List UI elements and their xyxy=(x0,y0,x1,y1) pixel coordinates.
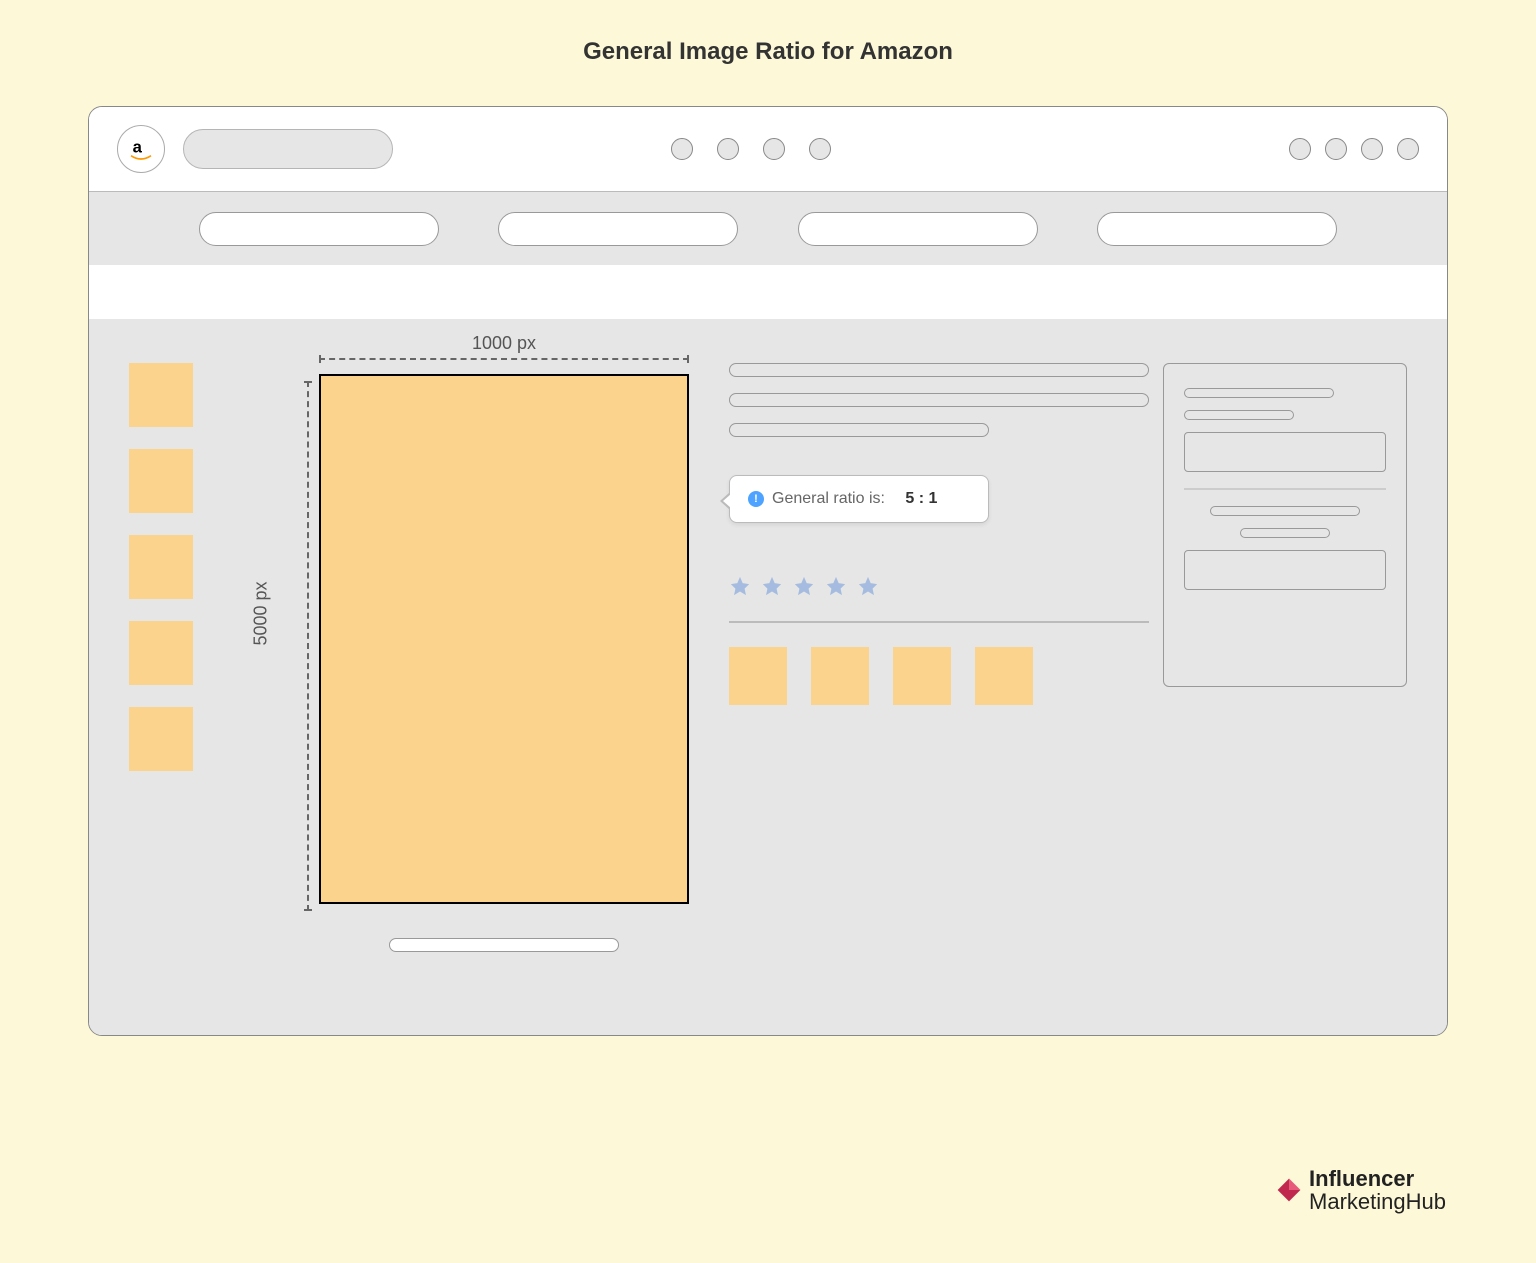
star-icon xyxy=(825,575,847,597)
influencer-marketing-hub-logo: Influencer MarketingHub xyxy=(1275,1167,1446,1213)
footer-brand-rest: MarketingHub xyxy=(1309,1190,1446,1213)
variant-swatch[interactable] xyxy=(811,647,869,705)
category-nav xyxy=(89,191,1447,265)
buybox-line xyxy=(1210,506,1360,516)
buybox-button[interactable] xyxy=(1184,432,1386,472)
star-icon xyxy=(857,575,879,597)
svg-text:a: a xyxy=(133,137,143,156)
variant-swatch[interactable] xyxy=(729,647,787,705)
category-pill[interactable] xyxy=(1097,212,1337,246)
product-thumbnail[interactable] xyxy=(129,363,193,427)
product-content: 1000 px 5000 px ! General ratio is: 5 : … xyxy=(89,319,1447,1036)
main-image-wrap: 1000 px 5000 px xyxy=(269,333,689,952)
nav-icon-group-center xyxy=(671,138,831,160)
nav-circle-icon[interactable] xyxy=(1325,138,1347,160)
titlebar: a xyxy=(89,107,1447,191)
height-ruler xyxy=(307,381,317,911)
width-ruler xyxy=(319,358,689,368)
nav-icon-group-right xyxy=(1289,138,1419,160)
image-scroll-handle[interactable] xyxy=(389,938,619,952)
nav-circle-icon[interactable] xyxy=(763,138,785,160)
buybox-line xyxy=(1184,410,1294,420)
star-icon xyxy=(761,575,783,597)
product-info-column: ! General ratio is: 5 : 1 xyxy=(729,363,1149,705)
buybox-line xyxy=(1240,528,1330,538)
variant-swatch-row xyxy=(729,647,1149,705)
variant-swatch[interactable] xyxy=(975,647,1033,705)
browser-wireframe: a 1000 px xyxy=(88,106,1448,1036)
nav-circle-icon[interactable] xyxy=(1361,138,1383,160)
info-icon: ! xyxy=(748,491,764,507)
product-thumbnail[interactable] xyxy=(129,535,193,599)
nav-circle-icon[interactable] xyxy=(671,138,693,160)
logo-diamond-icon xyxy=(1275,1176,1303,1204)
buybox-line xyxy=(1184,388,1334,398)
nav-circle-icon[interactable] xyxy=(809,138,831,160)
star-icon xyxy=(729,575,751,597)
variant-swatch[interactable] xyxy=(893,647,951,705)
nav-circle-icon[interactable] xyxy=(1289,138,1311,160)
thumbnail-column xyxy=(129,363,193,771)
divider xyxy=(729,621,1149,623)
callout-ratio-value: 5 : 1 xyxy=(905,490,937,508)
star-icon xyxy=(793,575,815,597)
search-input-placeholder[interactable] xyxy=(183,129,393,169)
product-subtitle-line xyxy=(729,423,989,437)
category-pill[interactable] xyxy=(199,212,439,246)
breadcrumb-band xyxy=(89,265,1447,319)
ratio-callout: ! General ratio is: 5 : 1 xyxy=(729,475,989,523)
footer-brand-bold: Influencer xyxy=(1309,1167,1446,1190)
buybox xyxy=(1163,363,1407,687)
height-label: 5000 px xyxy=(251,581,272,645)
product-title-line xyxy=(729,393,1149,407)
width-label: 1000 px xyxy=(319,333,689,354)
product-thumbnail[interactable] xyxy=(129,707,193,771)
callout-label: General ratio is: xyxy=(772,490,885,508)
product-title-line xyxy=(729,363,1149,377)
main-product-image[interactable] xyxy=(319,374,689,904)
nav-circle-icon[interactable] xyxy=(717,138,739,160)
rating-stars[interactable] xyxy=(729,575,1149,597)
category-pill[interactable] xyxy=(498,212,738,246)
buybox-divider xyxy=(1184,488,1386,490)
buybox-button[interactable] xyxy=(1184,550,1386,590)
category-pill[interactable] xyxy=(798,212,1038,246)
page-title: General Image Ratio for Amazon xyxy=(0,0,1536,66)
amazon-logo-icon: a xyxy=(117,125,165,173)
product-thumbnail[interactable] xyxy=(129,621,193,685)
product-thumbnail[interactable] xyxy=(129,449,193,513)
nav-circle-icon[interactable] xyxy=(1397,138,1419,160)
